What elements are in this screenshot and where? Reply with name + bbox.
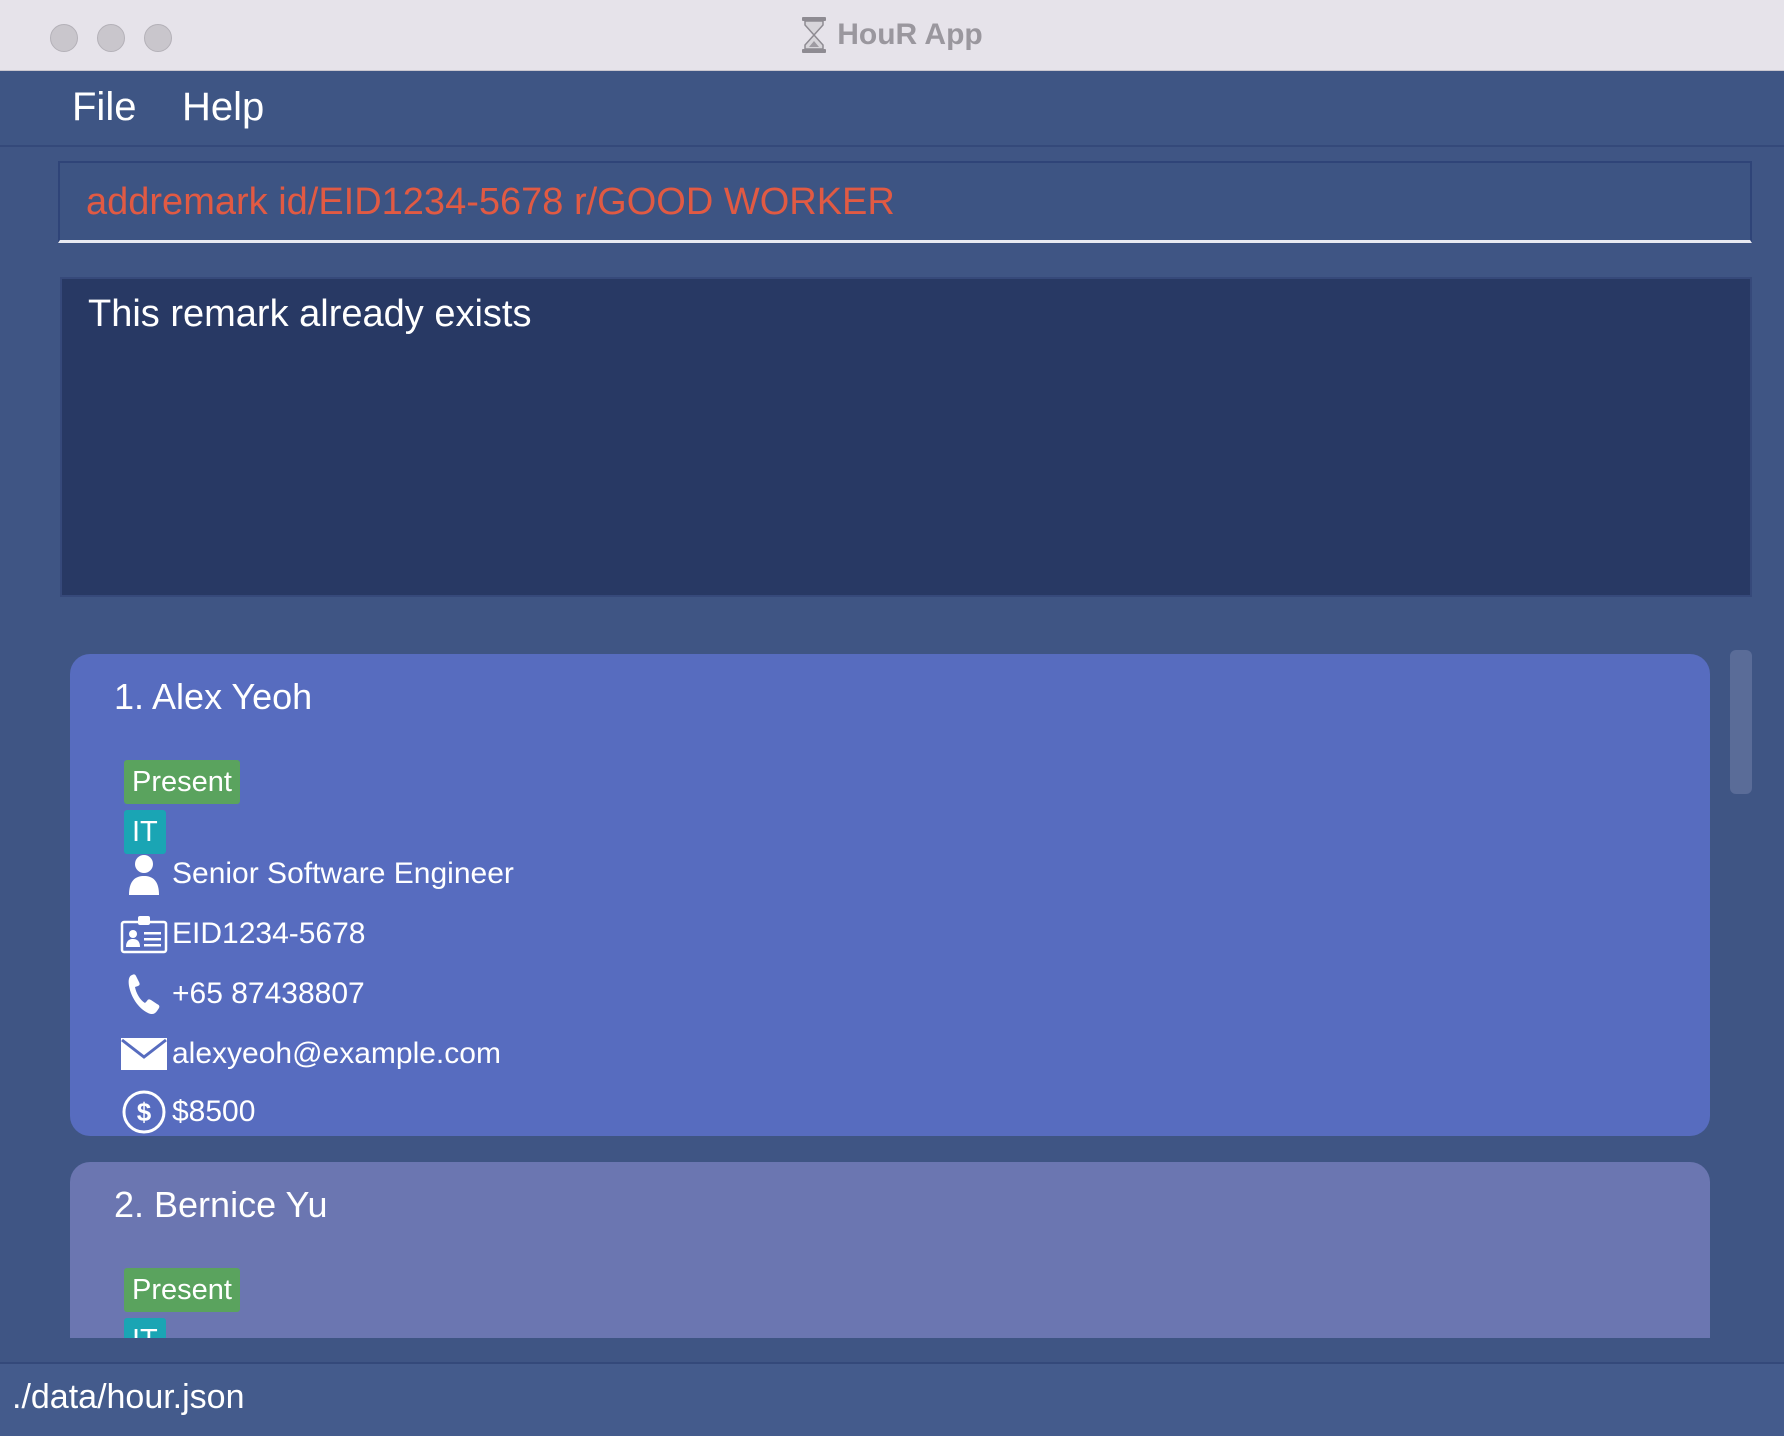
employee-id-row: EID1234-5678 <box>120 910 365 958</box>
person-name: 1. Alex Yeoh <box>114 676 313 717</box>
phone-value: +65 87438807 <box>172 977 365 1010</box>
phone-row: +65 87438807 <box>120 970 365 1018</box>
email-value: alexyeoh@example.com <box>172 1037 501 1070</box>
window-title: HouR App <box>837 18 983 51</box>
employee-id-value: EID1234-5678 <box>172 917 366 950</box>
title-bar: HouR App <box>0 0 1784 71</box>
app-window: HouR App File Help addremark id/EID1234-… <box>0 0 1784 1436</box>
person-icon <box>120 850 168 898</box>
person-card-2[interactable]: 2. Bernice Yu Present IT <box>70 1162 1710 1338</box>
salary-value: $8500 <box>172 1095 256 1128</box>
hourglass-icon <box>802 17 827 53</box>
menu-file[interactable]: File <box>72 85 136 130</box>
command-box[interactable]: addremark id/EID1234-5678 r/GOOD WORKER <box>58 161 1752 243</box>
status-badge: Present <box>124 760 240 804</box>
svg-text:$: $ <box>137 1097 152 1127</box>
window-title-group: HouR App <box>0 0 1784 70</box>
menu-bar: File Help <box>0 71 1784 147</box>
result-display: This remark already exists <box>60 277 1752 597</box>
department-badge: IT <box>124 1318 166 1338</box>
status-badge: Present <box>124 1268 240 1312</box>
data-file-path: ./data/hour.json <box>12 1378 245 1416</box>
dollar-icon: $ <box>120 1088 168 1136</box>
id-card-icon <box>120 910 168 958</box>
envelope-icon <box>120 1030 168 1078</box>
command-input[interactable]: addremark id/EID1234-5678 r/GOOD WORKER <box>86 181 895 224</box>
status-bar: ./data/hour.json <box>0 1362 1784 1436</box>
phone-icon <box>120 970 168 1018</box>
person-name: 2. Bernice Yu <box>114 1184 328 1225</box>
person-list: 1. Alex Yeoh Present IT Senior Software … <box>0 618 1784 1338</box>
result-message: This remark already exists <box>88 293 532 335</box>
person-card-1[interactable]: 1. Alex Yeoh Present IT Senior Software … <box>70 654 1710 1136</box>
role-value: Senior Software Engineer <box>172 857 514 890</box>
list-scrollbar[interactable] <box>1730 650 1752 794</box>
department-badge: IT <box>124 810 166 854</box>
menu-help[interactable]: Help <box>182 85 264 130</box>
role-row: Senior Software Engineer <box>120 850 514 898</box>
salary-row: $ $8500 <box>120 1088 255 1136</box>
email-row: alexyeoh@example.com <box>120 1030 501 1078</box>
